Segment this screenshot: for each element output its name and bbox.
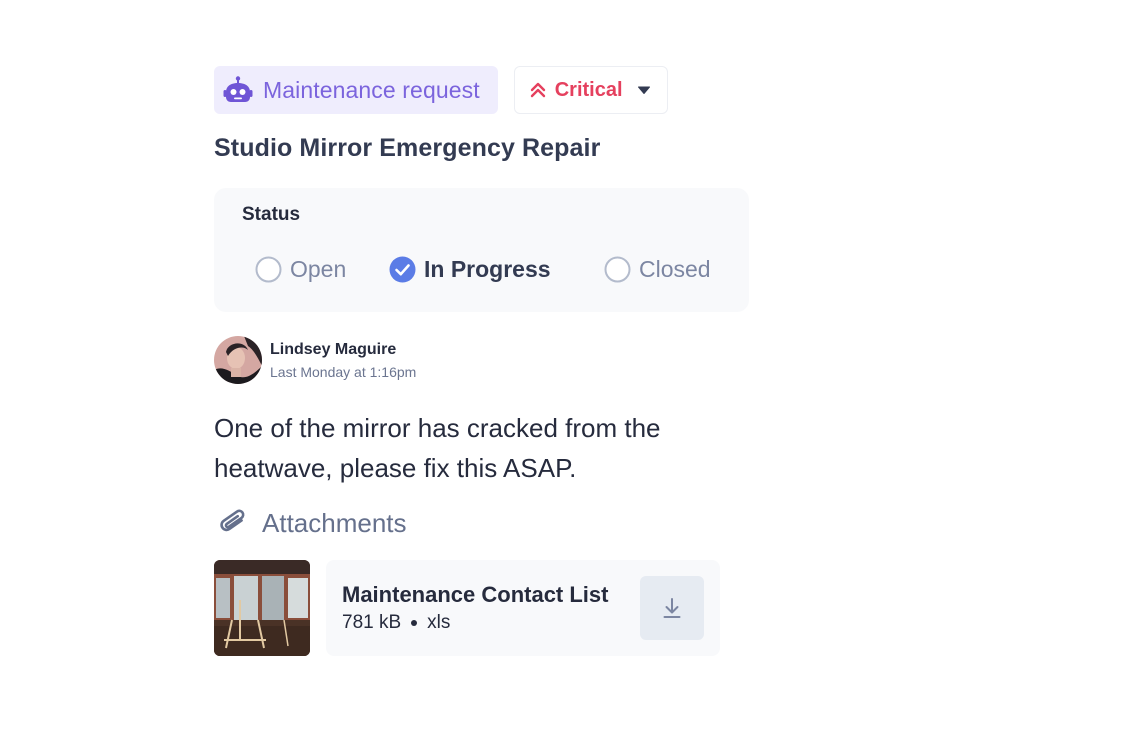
status-option-label: Closed bbox=[639, 256, 711, 282]
attachments-header: Attachments bbox=[218, 506, 407, 540]
maintenance-request-view: Maintenance request Critical Studio Mirr… bbox=[0, 0, 1122, 756]
download-icon bbox=[663, 598, 681, 618]
studio-photo bbox=[214, 560, 310, 656]
author-timestamp: Last Monday at 1:16pm bbox=[270, 363, 417, 380]
avatar[interactable] bbox=[214, 336, 262, 384]
request-message: One of the mirror has cracked from the h… bbox=[214, 413, 661, 483]
status-option-label: In Progress bbox=[424, 256, 551, 282]
author-name: Lindsey Maguire bbox=[270, 340, 397, 358]
radio-checked-icon bbox=[389, 256, 416, 283]
separator-dot bbox=[411, 620, 418, 626]
status-option-closed[interactable]: Closed bbox=[604, 256, 711, 283]
file-name: Maintenance Contact List bbox=[342, 582, 609, 607]
request-type-label: Maintenance request bbox=[263, 76, 480, 103]
attachment-image-thumbnail[interactable] bbox=[214, 560, 310, 656]
author-info: Lindsey Maguire Last Monday at 1:16pm bbox=[214, 336, 416, 384]
request-title: Studio Mirror Emergency Repair bbox=[214, 134, 601, 162]
status-option-open[interactable]: Open bbox=[255, 256, 346, 283]
status-card: Status Open In Progress Closed bbox=[214, 188, 749, 312]
file-extension: xls bbox=[427, 612, 451, 633]
priority-label: Critical bbox=[554, 78, 623, 101]
request-type-badge: Maintenance request bbox=[214, 66, 498, 114]
author-meta: Lindsey Maguire Last Monday at 1:16pm bbox=[270, 341, 416, 380]
file-meta: 781 kB xls bbox=[342, 612, 450, 634]
caret-down-icon bbox=[637, 86, 650, 94]
file-size: 781 kB bbox=[342, 612, 402, 633]
status-option-in-progress[interactable]: In Progress bbox=[389, 256, 551, 283]
download-button[interactable] bbox=[640, 576, 704, 640]
status-option-label: Open bbox=[290, 256, 347, 282]
radio-unchecked-icon bbox=[255, 256, 282, 283]
status-heading: Status bbox=[242, 204, 301, 225]
paperclip-icon bbox=[220, 509, 245, 532]
attachments-label: Attachments bbox=[262, 507, 407, 538]
radio-unchecked-icon bbox=[604, 256, 631, 283]
double-chevron-up-icon bbox=[530, 82, 545, 98]
robot-icon bbox=[223, 76, 253, 102]
priority-dropdown[interactable]: Critical bbox=[513, 66, 668, 114]
request-badges: Maintenance request Critical bbox=[214, 66, 668, 114]
attachment-file-card[interactable]: Maintenance Contact List 781 kB xls bbox=[326, 560, 720, 656]
